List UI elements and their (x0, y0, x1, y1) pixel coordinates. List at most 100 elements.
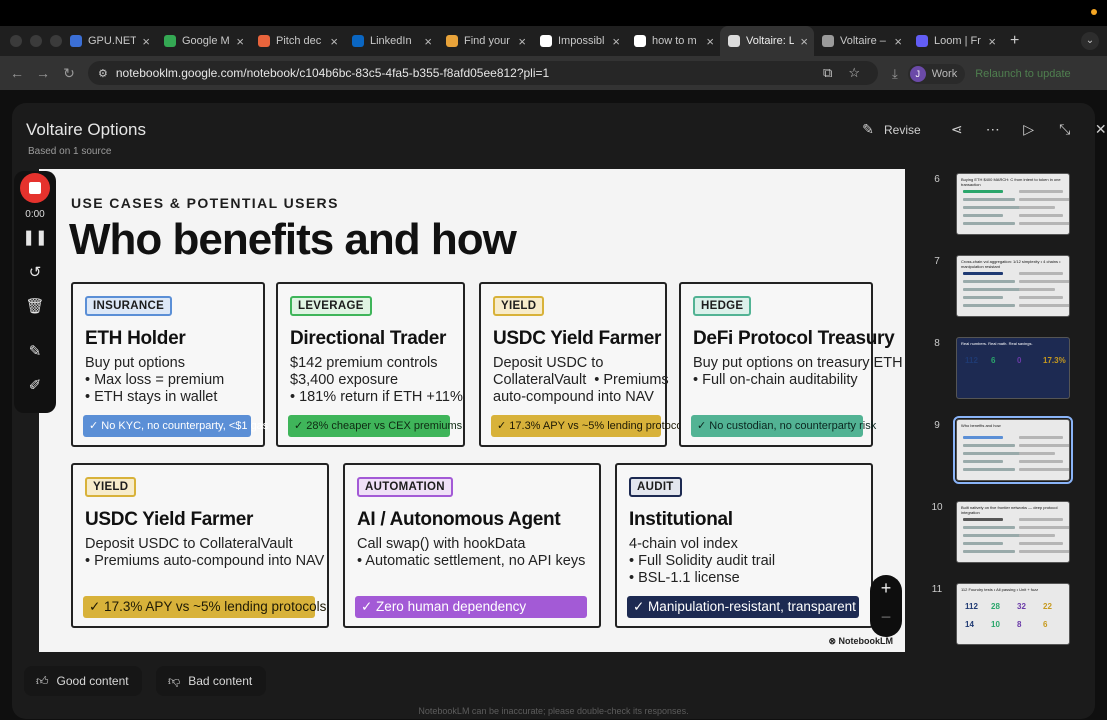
slide-thumbnail[interactable]: Who benefits and how (953, 416, 1073, 484)
browser-tab[interactable]: Impossibl × (532, 26, 626, 56)
card-benefit-pill: ✓ Manipulation-resistant, transparent (627, 596, 859, 618)
profile-label: Work (931, 68, 958, 80)
browser-tab[interactable]: Voltaire – × (814, 26, 908, 56)
share-icon[interactable]: ⋖ (949, 121, 965, 138)
close-icon[interactable]: ✕ (1093, 121, 1107, 138)
card-benefit-pill: ✓ 28% cheaper vs CEX premiums (288, 415, 462, 437)
tab-close-icon[interactable]: × (142, 34, 150, 49)
card-benefit-pill: ✓ 17.3% APY vs ~5% lending protocols (491, 415, 690, 437)
thumb-line (1019, 436, 1063, 439)
card-benefit-pill: ✓ No KYC, no counterparty, <$1 gas (83, 415, 268, 437)
thumb-line (963, 436, 1003, 439)
forward-icon[interactable]: → (30, 65, 56, 81)
tab-close-icon[interactable]: × (424, 34, 432, 49)
maximize-window-button[interactable] (50, 35, 62, 47)
tab-favicon-icon (446, 35, 458, 47)
tab-close-icon[interactable]: × (894, 34, 902, 49)
card-tag: AUTOMATION (357, 477, 453, 497)
profile-button[interactable]: J Work (907, 64, 966, 84)
collapse-icon[interactable]: ⤡ (1057, 121, 1073, 138)
delete-icon[interactable]: 🗑 (14, 297, 56, 315)
card-tag: INSURANCE (85, 296, 173, 316)
bookmark-star-icon[interactable]: ☆ (848, 65, 860, 81)
tab-close-icon[interactable]: × (330, 34, 338, 49)
card-tag: LEVERAGE (290, 296, 372, 316)
tab-favicon-icon (70, 35, 82, 47)
thumb-stat: 28 (991, 602, 1000, 611)
tab-close-icon[interactable]: × (800, 34, 808, 49)
download-icon[interactable]: ⤓ (892, 66, 898, 82)
thumb-line (963, 550, 1015, 553)
browser-tab[interactable]: Google M × (156, 26, 250, 56)
tab-title: Loom | Fr (934, 35, 981, 47)
zoom-in-icon[interactable]: + (870, 578, 902, 599)
tab-favicon-icon (728, 35, 740, 47)
close-window-button[interactable] (10, 35, 22, 47)
reload-icon[interactable]: ↻ (56, 65, 82, 82)
tab-close-icon[interactable]: × (988, 34, 996, 49)
thumb-line (963, 444, 1015, 447)
thumb-line (963, 542, 1003, 545)
card-body: Buy put options on treasury ETH • Full o… (693, 355, 903, 388)
pencil-icon: ✎ (862, 121, 874, 137)
install-app-icon[interactable]: ⧉ (823, 65, 832, 81)
browser-tab[interactable]: GPU.NET × (62, 26, 156, 56)
tab-title: GPU.NET (88, 35, 137, 47)
more-options-icon[interactable]: ⋯ (985, 121, 1001, 138)
browser-tab[interactable]: Find your × (438, 26, 532, 56)
tab-close-icon[interactable]: × (612, 34, 620, 49)
thumb-stat: 8 (1017, 620, 1022, 629)
slide-thumbnail[interactable]: Buying ETH $400 MARCH: C from intent to … (956, 173, 1070, 235)
thumb-stat: 6 (1043, 620, 1048, 629)
tab-close-icon[interactable]: × (706, 34, 714, 49)
browser-tab[interactable]: Loom | Fr × (908, 26, 1002, 56)
highlighter-icon[interactable]: ✐ (14, 376, 56, 394)
card-tag: HEDGE (693, 296, 752, 316)
card-body: Buy put options • Max loss = premium • E… (85, 355, 225, 405)
tab-close-icon[interactable]: × (518, 34, 526, 49)
card-title: Institutional (629, 509, 733, 530)
tab-close-icon[interactable]: × (236, 34, 244, 49)
tab-favicon-icon (916, 35, 928, 47)
thumb-line (1019, 214, 1063, 217)
site-info-icon[interactable]: ⚙ (98, 67, 108, 80)
browser-tab[interactable]: Voltaire: L × (720, 26, 814, 56)
thumb-line (1019, 452, 1055, 455)
back-icon[interactable]: ← (4, 65, 30, 81)
slide-thumbnail[interactable]: Cross-chain vol aggregation: 1/12 simple… (956, 255, 1070, 317)
url-field[interactable]: ⚙ notebooklm.google.com/notebook/c104b6b… (88, 61, 878, 85)
play-icon[interactable]: ▷ (1021, 121, 1037, 138)
good-content-label: Good content (56, 674, 129, 688)
thumb-number: 10 (931, 502, 943, 513)
zoom-out-icon[interactable]: − (870, 607, 902, 628)
thumb-line (1019, 280, 1069, 283)
browser-tab[interactable]: Pitch dec × (250, 26, 344, 56)
slide-thumbnail[interactable]: Built natively on five frontier networks… (956, 501, 1070, 563)
restart-icon[interactable]: ↺ (14, 263, 56, 281)
slide-thumbnail[interactable]: Real numbers. Real math. Real savings. 11… (956, 337, 1070, 399)
thumb-line (963, 526, 1015, 529)
modal-actions: ✎ Revise ⋖ ⋯ ▷ ⤡ ✕ (860, 121, 1107, 138)
good-content-button[interactable]: 👍︎ Good content (24, 666, 142, 696)
pause-icon[interactable]: ❚❚ (14, 228, 56, 246)
new-tab-button[interactable]: + (1002, 32, 1019, 50)
minimize-window-button[interactable] (30, 35, 42, 47)
relaunch-button[interactable]: Relaunch to update (975, 68, 1070, 80)
draw-icon[interactable]: ✎ (14, 342, 56, 360)
browser-tab[interactable]: how to m × (626, 26, 720, 56)
tab-title: Google M (182, 35, 230, 47)
thumb-caption: Real numbers. Real math. Real savings. (961, 341, 1033, 346)
use-case-card: HEDGE DeFi Protocol Treasury Buy put optio… (679, 282, 903, 447)
card-title: AI / Autonomous Agent (357, 509, 561, 530)
slide-thumbnail[interactable]: 112 Foundry tests • All passing • Unit +… (956, 583, 1070, 645)
revise-button[interactable]: ✎ Revise (860, 121, 921, 138)
tab-title: LinkedIn (370, 35, 412, 47)
thumb-line (963, 280, 1015, 283)
bad-content-button[interactable]: 👎︎ Bad content (156, 666, 266, 696)
thumb-line (1019, 550, 1069, 553)
tab-search-icon[interactable]: ⌄ (1081, 32, 1099, 50)
thumb-number: 8 (934, 338, 940, 349)
disclaimer: NotebookLM can be inaccurate; please dou… (418, 706, 689, 716)
stop-recording-button[interactable] (20, 173, 50, 203)
browser-tab[interactable]: LinkedIn × (344, 26, 438, 56)
